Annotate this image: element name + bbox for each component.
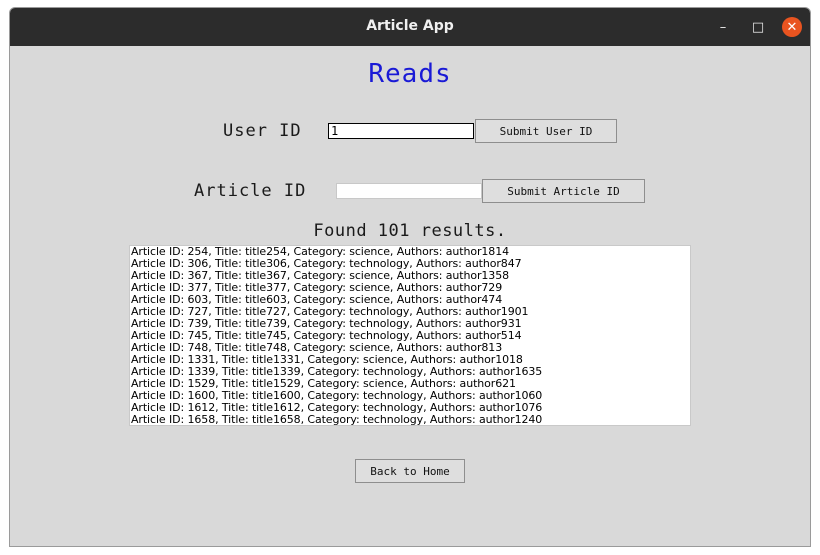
user-id-input[interactable]: 1 <box>328 123 474 139</box>
window-title: Article App <box>366 18 454 34</box>
result-row[interactable]: Article ID: 1658, Title: title1658, Cate… <box>131 414 690 426</box>
minimize-button[interactable]: – <box>713 17 733 37</box>
submit-article-id-button[interactable]: Submit Article ID <box>482 179 645 203</box>
close-icon: ✕ <box>786 19 798 35</box>
results-summary: Found 101 results. <box>313 221 507 241</box>
submit-user-id-button[interactable]: Submit User ID <box>475 119 617 143</box>
page-heading: Reads <box>368 59 452 89</box>
article-id-input[interactable] <box>336 183 482 199</box>
maximize-button[interactable]: □ <box>748 17 768 37</box>
maximize-icon: □ <box>751 19 765 35</box>
back-to-home-button[interactable]: Back to Home <box>355 459 465 483</box>
article-id-label: Article ID <box>194 181 307 201</box>
user-id-label: User ID <box>223 121 302 141</box>
results-list[interactable]: Article ID: 254, Title: title254, Catego… <box>129 245 691 426</box>
close-button[interactable]: ✕ <box>782 17 802 37</box>
app-window: Article App – □ ✕ Reads User ID 1 Submit… <box>9 7 811 547</box>
minimize-icon: – <box>719 19 727 35</box>
title-bar[interactable]: Article App – □ ✕ <box>10 8 810 46</box>
